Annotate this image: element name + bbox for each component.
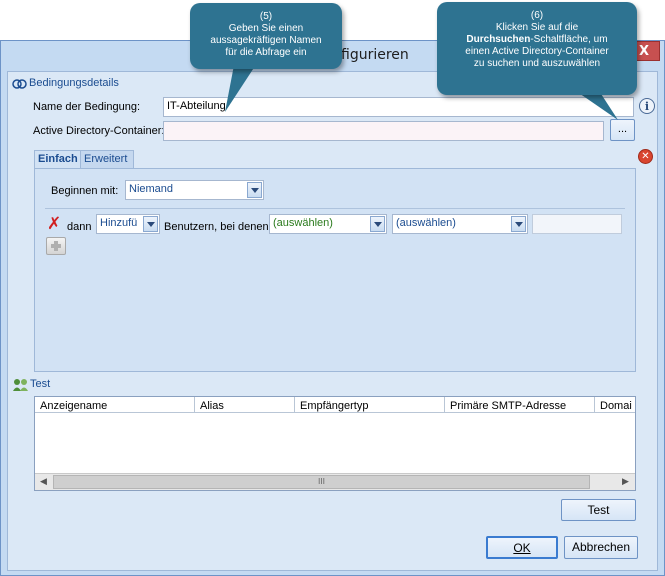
- info-icon[interactable]: i: [639, 98, 655, 114]
- column-header-anzeigename[interactable]: Anzeigename: [35, 397, 195, 413]
- callout-5-line3: für die Abfrage ein: [225, 47, 307, 58]
- callout-6-line4: zu suchen und auszuwählen: [473, 58, 601, 69]
- start-with-value: Niemand: [129, 183, 174, 195]
- attribute-value: (auswählen): [273, 217, 333, 229]
- cancel-button[interactable]: Abbrechen: [564, 536, 638, 559]
- start-with-select[interactable]: Niemand: [125, 180, 264, 200]
- name-label: Name der Bedingung:: [33, 101, 141, 113]
- column-header-alias[interactable]: Alias: [195, 397, 295, 413]
- operator-select[interactable]: (auswählen): [392, 214, 528, 234]
- callout-5-number: (5): [259, 11, 273, 22]
- results-table[interactable]: Anzeigename Alias Empfängertyp Primäre S…: [34, 396, 636, 491]
- callout-6-line2: Durchsuchen-Schaltfläche, um: [437, 34, 637, 46]
- scroll-left-icon[interactable]: ◀: [36, 475, 51, 489]
- chevron-down-icon[interactable]: [370, 216, 385, 232]
- tab-einfach[interactable]: Einfach: [34, 150, 82, 168]
- add-rule-button[interactable]: [46, 237, 66, 255]
- tab-panel-einfach: Beginnen mit: Niemand ✗ dann Hinzufü Ben…: [34, 168, 636, 372]
- callout-6-line2-rest: -Schaltfläche, um: [530, 34, 608, 45]
- scroll-thumb[interactable]: III: [53, 475, 590, 489]
- then-label: dann: [67, 221, 92, 233]
- action-select[interactable]: Hinzufü: [96, 214, 160, 234]
- callout-6-number: (6): [530, 10, 544, 21]
- horizontal-scrollbar[interactable]: ◀ III ▶: [35, 473, 635, 490]
- callout-6: (6) Klicken Sie auf die Durchsuchen-Scha…: [437, 2, 637, 95]
- chevron-down-icon[interactable]: [247, 182, 262, 198]
- callout-5-line1: Geben Sie einen: [228, 23, 304, 34]
- operator-value: (auswählen): [396, 217, 456, 229]
- callout-6-bold: Durchsuchen: [466, 34, 531, 45]
- column-header-empfaengertyp[interactable]: Empfängertyp: [295, 397, 445, 413]
- divider: [45, 208, 625, 209]
- container-label: Active Directory-Container:: [33, 125, 165, 137]
- container-input[interactable]: [163, 121, 604, 141]
- delete-rule-icon[interactable]: ✗: [47, 214, 61, 234]
- callout-6-line1: Klicken Sie auf die: [495, 22, 579, 33]
- test-section-label: Test: [30, 378, 51, 390]
- scroll-right-icon[interactable]: ▶: [618, 475, 633, 489]
- users-icon: [13, 379, 28, 391]
- chevron-down-icon[interactable]: [511, 216, 526, 232]
- tab-erweitert-label: Erweitert: [84, 153, 128, 165]
- action-value: Hinzufü: [100, 217, 138, 229]
- callout-5-line2: aussagekräftigen Namen: [210, 35, 322, 46]
- details-section-label: Bedingungsdetails: [29, 77, 119, 89]
- column-header-domain[interactable]: Domai: [595, 397, 635, 413]
- chevron-down-icon[interactable]: [143, 216, 158, 232]
- value-input[interactable]: [532, 214, 622, 234]
- plus-icon: [51, 241, 61, 251]
- test-button[interactable]: Test: [561, 499, 636, 521]
- ok-button[interactable]: OK: [486, 536, 558, 559]
- users-where-label: Benutzern, bei denen: [164, 221, 269, 233]
- conditions-icon: [12, 79, 27, 89]
- remove-condition-icon[interactable]: ✕: [638, 149, 653, 164]
- column-header-smtp[interactable]: Primäre SMTP-Adresse: [445, 397, 595, 413]
- callout-5-pointer: [225, 60, 259, 112]
- tab-einfach-label: Einfach: [38, 153, 78, 165]
- callout-6-line3: einen Active Directory-Container: [465, 46, 609, 57]
- callout-5: (5) Geben Sie einen aussagekräftigen Nam…: [190, 3, 342, 69]
- tab-erweitert[interactable]: Erweitert: [80, 150, 134, 168]
- start-with-label: Beginnen mit:: [51, 185, 119, 197]
- attribute-select[interactable]: (auswählen): [269, 214, 387, 234]
- window-title: figurieren: [341, 47, 409, 63]
